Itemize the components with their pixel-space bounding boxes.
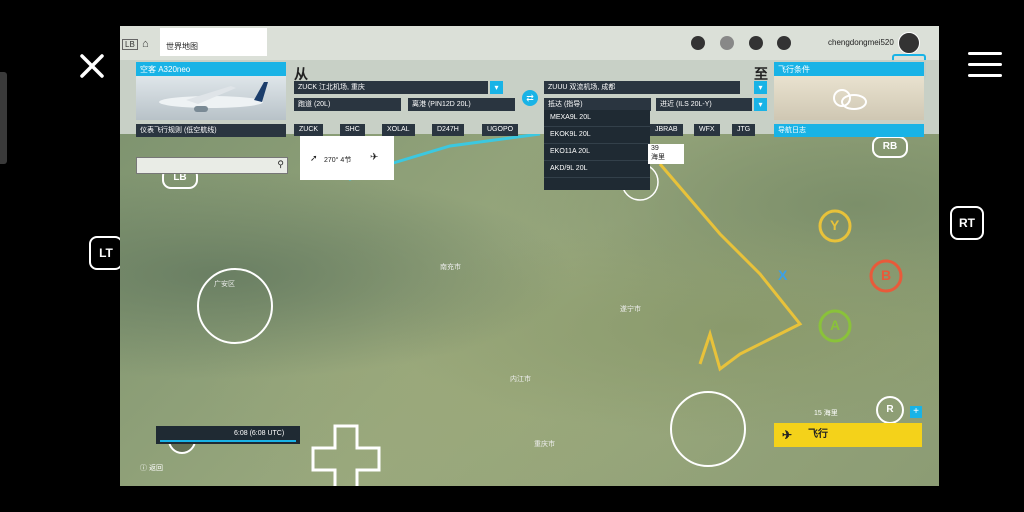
world-map-label: 世界地图 — [166, 42, 198, 51]
dpad-icon — [311, 424, 381, 486]
map-place-label: 南充市 — [440, 264, 461, 271]
rb-control[interactable]: RB — [872, 136, 908, 158]
face-buttons[interactable] — [810, 206, 930, 346]
rb-label: RB — [882, 141, 898, 152]
left-edge-handle[interactable] — [0, 72, 7, 164]
waypoint-chip[interactable]: XOLAL — [382, 124, 415, 136]
time-track — [160, 440, 296, 442]
distance-value: 39 — [651, 145, 659, 152]
x-button[interactable]: X — [778, 267, 787, 283]
friends-icon[interactable] — [720, 36, 734, 50]
waypoint-chip[interactable]: ZUCK — [294, 124, 324, 136]
time-value: 6:08 (6:08 UTC) — [234, 430, 285, 437]
notifications-icon[interactable] — [777, 36, 791, 50]
wind-value: 270° 4节 — [324, 157, 352, 164]
map-place-label: 重庆市 — [534, 441, 555, 448]
distance-tooltip: 39 海里 — [648, 144, 684, 164]
waypoint-chip[interactable]: JBRAB — [650, 124, 683, 136]
back-button[interactable]: ⓘ 返回 — [140, 463, 163, 473]
rt-label: RT — [959, 216, 975, 230]
waypoint-chip[interactable]: UGOPO — [482, 124, 519, 136]
fly-button[interactable]: ✈ 飞行 — [774, 423, 922, 447]
arrival-airport-value: ZUUU 双流机场, 成都 — [548, 84, 616, 91]
approach-select[interactable]: 进近 (ILS 20L-Y) — [656, 98, 752, 111]
nav-log-button[interactable]: 导航日志 — [774, 124, 924, 137]
tab-world-map[interactable]: 世界地图 — [160, 28, 267, 56]
map-scale: 15 海里 — [814, 410, 838, 417]
plane-icon: ✈ — [782, 428, 793, 442]
conditions-title: 飞行条件 — [778, 65, 810, 74]
a-button[interactable]: A — [830, 317, 840, 333]
departure-airport-field[interactable]: ZUCK 江北机场, 重庆 — [294, 81, 488, 94]
profile-icon[interactable] — [749, 36, 763, 50]
wind-icon: ➚ — [310, 153, 318, 163]
map-place-label: 广安区 — [214, 281, 235, 288]
r-label: R — [886, 404, 894, 415]
time-slider[interactable]: 6:08 (6:08 UTC) — [156, 426, 300, 444]
waypoint-chip[interactable]: D247H — [432, 124, 464, 136]
departure-procedure-select[interactable]: 离港 (PIN12D 20L) — [408, 98, 515, 111]
map-place-label: 内江市 — [510, 376, 531, 383]
departure-runway-select[interactable]: 跑道 (20L) — [294, 98, 401, 111]
lt-label: LT — [99, 246, 113, 260]
map-search-input[interactable]: ⚲ — [136, 157, 288, 174]
close-icon[interactable] — [78, 52, 106, 80]
waypoint-chip[interactable]: JTG — [732, 124, 756, 136]
departure-runway-value: 跑道 (20L) — [298, 101, 331, 108]
dropdown-option[interactable]: AKD/9L 20L — [544, 161, 650, 178]
tab-lb[interactable]: LB — [122, 39, 138, 50]
zoom-in-button[interactable]: + — [910, 406, 922, 418]
menu-icon[interactable] — [968, 52, 1002, 78]
arrival-dropdown-button[interactable]: ▾ — [754, 81, 767, 94]
departure-airport-value: ZUCK 江北机场, 重庆 — [298, 84, 365, 91]
distance-unit: 海里 — [651, 154, 665, 161]
search-icon: ⚲ — [277, 159, 284, 169]
aircraft-name: 空客 A320neo — [140, 65, 191, 74]
swap-route-button[interactable]: ⇄ — [522, 90, 538, 106]
departure-procedure-value: 离港 (PIN12D 20L) — [412, 101, 471, 108]
map-place-label: 遂宁市 — [620, 306, 641, 313]
arrival-procedure-dropdown[interactable]: MEXA9L 20L EKOK9L 20L EKO11A 20L AKD/9L … — [544, 110, 650, 190]
left-stick-ring — [197, 268, 273, 344]
dropdown-option[interactable]: MEXA9L 20L — [544, 110, 650, 127]
weather-image[interactable] — [774, 76, 924, 120]
dropdown-option[interactable]: EKOK9L 20L — [544, 127, 650, 144]
right-stick-ring — [670, 391, 746, 467]
departure-dropdown-button[interactable]: ▾ — [490, 81, 503, 94]
r-stick-control[interactable]: R — [876, 396, 904, 424]
avatar[interactable] — [898, 32, 920, 54]
y-button[interactable]: Y — [830, 217, 839, 233]
dropdown-option[interactable]: EKO11A 20L — [544, 144, 650, 161]
approach-dropdown-button[interactable]: ▾ — [754, 98, 767, 111]
waypoint-chip[interactable]: WFX — [694, 124, 720, 136]
activity-icon[interactable] — [691, 36, 705, 50]
game-window: 南充市 遂宁市 内江市 广安区 重庆市 Y X B A RB LB R L LB… — [120, 26, 939, 486]
approach-value: 进近 (ILS 20L-Y) — [660, 101, 712, 108]
conditions-header[interactable]: 飞行条件 — [774, 62, 924, 76]
arrival-airport-field[interactable]: ZUUU 双流机场, 成都 — [544, 81, 740, 94]
home-icon[interactable]: ⌂ — [142, 38, 149, 50]
aircraft-header[interactable]: 空客 A320neo — [136, 62, 286, 76]
username: chengdongmei520 — [828, 38, 894, 47]
rt-control[interactable]: RT — [950, 206, 984, 240]
nav-log-label: 导航日志 — [778, 127, 806, 134]
b-button[interactable]: B — [881, 267, 891, 283]
arrival-procedure-value: 抵达 (指导) — [548, 101, 583, 108]
wind-info-bubble: ➚ 270° 4节 ✈ — [300, 136, 394, 180]
fly-label: 飞行 — [808, 429, 828, 440]
landing-icon: ✈ — [370, 152, 379, 163]
lt-control[interactable]: LT — [89, 236, 123, 270]
aircraft-image[interactable] — [136, 76, 286, 120]
back-label: 返回 — [148, 465, 163, 472]
waypoint-chip[interactable]: SHC — [340, 124, 365, 136]
